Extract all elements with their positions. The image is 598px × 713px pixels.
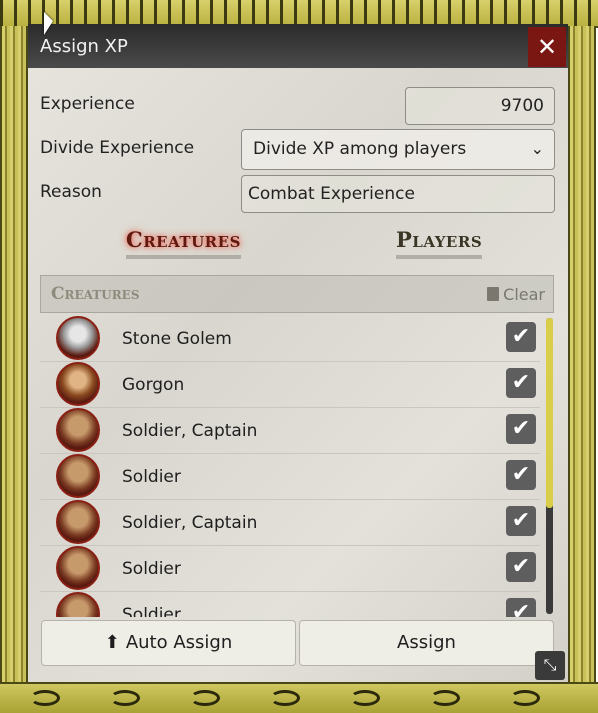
creatures-list[interactable]: Stone Golem ✔ Gorgon ✔ Soldier, Captain …	[40, 316, 540, 617]
list-scrollbar[interactable]	[546, 318, 553, 614]
creatures-list-header: Creatures Clear	[40, 275, 554, 313]
experience-label: Experience	[40, 94, 135, 114]
include-checkbox[interactable]: ✔	[506, 322, 536, 352]
resize-handle-icon[interactable]: ⤡	[535, 651, 565, 680]
assign-button[interactable]: Assign	[299, 620, 554, 666]
divide-experience-label: Divide Experience	[40, 138, 195, 158]
window-titlebar[interactable]: Assign XP ✕	[28, 24, 568, 68]
include-checkbox[interactable]: ✔	[506, 414, 536, 444]
wave-ornament	[430, 690, 460, 706]
creature-name: Soldier, Captain	[122, 513, 258, 533]
tab-creatures[interactable]: Creatures	[126, 227, 241, 259]
experience-input[interactable]: 9700	[405, 87, 555, 125]
wave-ornament	[30, 690, 60, 706]
clear-label: Clear	[503, 285, 545, 304]
list-item[interactable]: Soldier ✔	[40, 592, 540, 617]
wave-ornament	[270, 690, 300, 706]
soldier-portrait-icon	[56, 408, 100, 452]
include-checkbox[interactable]: ✔	[506, 506, 536, 536]
creature-name: Soldier	[122, 559, 181, 579]
chevron-down-icon: ⌄	[530, 139, 544, 158]
list-item[interactable]: Soldier, Captain ✔	[40, 408, 540, 454]
list-item[interactable]: Soldier, Captain ✔	[40, 500, 540, 546]
soldier-portrait-icon	[56, 592, 100, 617]
auto-assign-button[interactable]: ⬆ Auto Assign	[41, 620, 296, 666]
scrollbar-thumb[interactable]	[546, 318, 553, 508]
divide-experience-select[interactable]: Divide XP among players ⌄	[241, 129, 555, 170]
list-item[interactable]: Soldier ✔	[40, 546, 540, 592]
include-checkbox[interactable]: ✔	[506, 460, 536, 490]
close-button[interactable]: ✕	[528, 27, 566, 67]
assign-xp-window: Assign XP ✕ Experience 9700 Divide Exper…	[28, 24, 568, 682]
wave-ornament	[110, 690, 140, 706]
gorgon-portrait-icon	[56, 362, 100, 406]
soldier-portrait-icon	[56, 454, 100, 498]
reason-label: Reason	[40, 182, 102, 202]
clear-button[interactable]: Clear	[487, 285, 545, 304]
stone-golem-portrait-icon	[56, 316, 100, 360]
trash-icon	[487, 287, 500, 301]
list-header-title: Creatures	[51, 284, 140, 304]
list-item[interactable]: Soldier ✔	[40, 454, 540, 500]
upload-icon: ⬆	[104, 632, 120, 653]
window-title: Assign XP	[40, 36, 128, 57]
include-checkbox[interactable]: ✔	[506, 368, 536, 398]
list-item[interactable]: Stone Golem ✔	[40, 316, 540, 362]
soldier-portrait-icon	[56, 546, 100, 590]
creature-name: Stone Golem	[122, 329, 232, 349]
wave-frame-bottom	[0, 682, 598, 713]
frame-pillar-left	[0, 26, 28, 682]
creature-name: Soldier, Captain	[122, 421, 258, 441]
creature-name: Soldier	[122, 605, 181, 617]
wave-ornament	[350, 690, 380, 706]
auto-assign-label: Auto Assign	[125, 632, 233, 653]
wave-ornament	[190, 690, 220, 706]
list-item[interactable]: Gorgon ✔	[40, 362, 540, 408]
wave-ornament	[510, 690, 540, 706]
frame-pillar-right	[568, 26, 596, 682]
tab-players[interactable]: Players	[396, 227, 483, 259]
mouse-cursor-icon	[44, 12, 53, 35]
creature-name: Soldier	[122, 467, 181, 487]
soldier-portrait-icon	[56, 500, 100, 544]
reason-input[interactable]: Combat Experience	[241, 175, 555, 213]
include-checkbox[interactable]: ✔	[506, 552, 536, 582]
creature-name: Gorgon	[122, 375, 185, 395]
divide-selected-value: Divide XP among players	[253, 139, 467, 159]
close-icon: ✕	[536, 33, 558, 61]
include-checkbox[interactable]: ✔	[506, 598, 536, 617]
